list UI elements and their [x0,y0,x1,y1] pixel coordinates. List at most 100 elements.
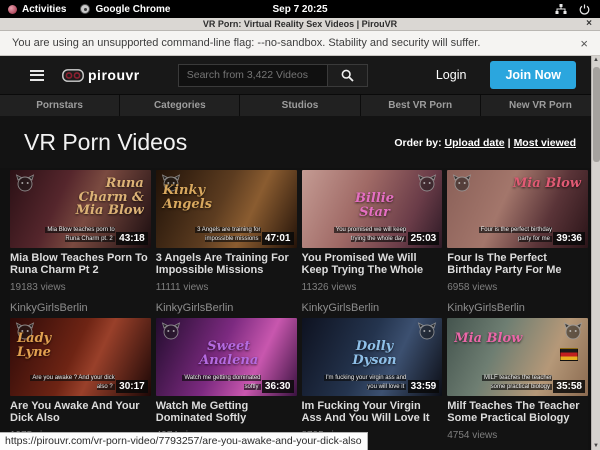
login-link[interactable]: Login [436,68,467,82]
warning-close-icon[interactable]: × [580,36,588,51]
video-title[interactable]: Four Is The Perfect Birthday Party For M… [447,252,588,277]
video-card[interactable]: Dolly Dyson I'm fucking your virgin ass … [302,318,443,450]
site-header: pirouvr Login Join Now [0,56,600,94]
video-duration-badge: 35:58 [553,380,585,393]
system-top-bar: Activities Google Chrome Sep 7 20:25 [0,0,600,18]
window-close-icon[interactable]: × [586,18,592,29]
video-thumbnail[interactable]: Lady Lyne Are you awake ? And your dick … [10,318,151,396]
video-title[interactable]: Watch Me Getting Dominated Softly [156,400,297,425]
page-title: VR Porn Videos [24,129,187,156]
thumbnail-performer-name: Lady Lyne [17,332,87,359]
thumbnail-performer-name: Kinky Angels [163,184,233,211]
thumbnail-caption: Are you awake ? And your dick also ? [30,374,115,392]
scrollbar-up-icon[interactable]: ▲ [592,57,600,63]
video-thumbnail[interactable]: Billie Star You promised we will keep tr… [302,170,443,248]
video-title[interactable]: Mia Blow Teaches Porn To Runa Charm Pt 2 [10,252,151,277]
video-duration-badge: 47:01 [262,232,294,245]
video-views: 19183 views [10,282,151,293]
video-card[interactable]: Mia Blow MILF teaches the teacher some p… [447,318,588,450]
video-thumbnail[interactable]: Mia Blow MILF teaches the teacher some p… [447,318,588,396]
video-studio-link[interactable]: KinkyGirlsBerlin [10,302,151,314]
search-input[interactable] [178,64,328,87]
video-card[interactable]: Runa Charm & Mia Blow Mia Blow teaches p… [10,170,151,314]
power-icon[interactable] [579,4,590,15]
video-studio-link[interactable]: KinkyGirlsBerlin [156,302,297,314]
video-views: 6958 views [447,282,588,293]
thumbnail-caption: I'm fucking your virgin ass and you will… [321,374,406,392]
video-thumbnail[interactable]: Runa Charm & Mia Blow Mia Blow teaches p… [10,170,151,248]
browser-title-bar: VR Porn: Virtual Reality Sex Videos | Pi… [0,18,600,31]
thumbnail-performer-name: Dolly Dyson [340,340,410,367]
video-card[interactable]: Lady Lyne Are you awake ? And your dick … [10,318,151,450]
studio-cat-mask-icon [161,322,181,340]
site-logo[interactable]: pirouvr [62,67,140,83]
video-thumbnail[interactable]: Kinky Angels 3 Angels are training for i… [156,170,297,248]
thumbnail-performer-name: Sweet Analena [194,340,264,367]
hamburger-menu-icon[interactable] [30,70,44,81]
video-duration-badge: 25:03 [408,232,440,245]
video-card[interactable]: Mia Blow Four is the perfect birthday pa… [447,170,588,314]
studio-cat-mask-icon [452,174,472,192]
video-grid: Runa Charm & Mia Blow Mia Blow teaches p… [10,170,588,450]
browser-scrollbar[interactable]: ▲ ▼ [591,56,600,450]
nav-item-categories[interactable]: Categories [119,95,239,116]
video-studio-link[interactable]: KinkyGirlsBerlin [302,302,443,314]
video-duration-badge: 33:59 [408,380,440,393]
chrome-warning-bar: You are using an unsupported command-lin… [0,31,600,56]
main-navigation: Pornstars Categories Studios Best VR Por… [0,94,600,116]
video-title[interactable]: Im Fucking Your Virgin Ass And You Will … [302,400,443,425]
thumbnail-caption: Mia Blow teaches porn to Runa Charm pt. … [30,226,115,244]
video-duration-badge: 30:17 [116,380,148,393]
video-duration-badge: 39:36 [553,232,585,245]
video-card[interactable]: Sweet Analena Watch me getting dominated… [156,318,297,450]
nav-item-new-vr-porn[interactable]: New VR Porn [480,95,600,116]
video-title[interactable]: Are You Awake And Your Dick Also [10,400,151,425]
nav-item-best-vr-porn[interactable]: Best VR Porn [360,95,480,116]
warning-text: You are using an unsupported command-lin… [12,37,480,49]
video-thumbnail[interactable]: Mia Blow Four is the perfect birthday pa… [447,170,588,248]
video-studio-link[interactable]: KinkyGirlsBerlin [447,302,588,314]
video-duration-badge: 36:30 [262,380,294,393]
order-by-label: Order by: [394,137,441,149]
thumbnail-caption: Watch me getting dominated softly [176,374,261,392]
video-card[interactable]: Kinky Angels 3 Angels are training for i… [156,170,297,314]
studio-cat-mask-icon [417,174,437,192]
nav-item-studios[interactable]: Studios [239,95,359,116]
browser-viewport: pirouvr Login Join Now Pornstars Categor… [0,56,600,450]
status-bar-url: https://pirouvr.com/vr-porn-video/779325… [0,432,368,450]
studio-cat-mask-icon [563,322,583,340]
video-duration-badge: 43:18 [116,232,148,245]
order-by-most-viewed-link[interactable]: Most viewed [514,137,576,149]
thumbnail-performer-name: Mia Blow [513,177,581,191]
thumbnail-caption: 3 Angels are training for impossible mis… [176,226,261,244]
tab-title: VR Porn: Virtual Reality Sex Videos | Pi… [203,19,397,29]
video-views: 11326 views [302,282,443,293]
studio-cat-mask-icon [15,174,35,192]
scrollbar-down-icon[interactable]: ▼ [592,443,600,449]
thumbnail-caption: MILF teaches the teacher some practical … [467,374,552,392]
video-thumbnail[interactable]: Sweet Analena Watch me getting dominated… [156,318,297,396]
video-views: 4754 views [447,430,588,441]
video-card[interactable]: Billie Star You promised we will keep tr… [302,170,443,314]
scrollbar-thumb[interactable] [593,67,600,162]
search-icon [341,69,354,82]
thumbnail-performer-name: Billie Star [340,192,410,219]
video-views: 11111 views [156,282,297,293]
network-icon[interactable] [555,4,567,15]
system-clock[interactable]: Sep 7 20:25 [0,4,600,15]
site-logo-text: pirouvr [88,67,140,83]
order-by-upload-date-link[interactable]: Upload date [445,137,505,149]
join-now-button[interactable]: Join Now [490,61,576,89]
nav-item-pornstars[interactable]: Pornstars [0,95,119,116]
search-button[interactable] [328,64,368,87]
video-title[interactable]: You Promised We Will Keep Trying The Who… [302,252,443,277]
thumbnail-caption: You promised we will keep trying the who… [321,226,406,244]
video-title[interactable]: 3 Angels Are Training For Impossible Mis… [156,252,297,277]
thumbnail-caption: Four is the perfect birthday party for m… [467,226,552,244]
thumbnail-performer-name: Runa Charm & Mia Blow [74,177,144,218]
video-thumbnail[interactable]: Dolly Dyson I'm fucking your virgin ass … [302,318,443,396]
order-by-controls: Order by: Upload date|Most viewed [394,137,576,149]
thumbnail-performer-name: Mia Blow [454,332,522,346]
vr-goggles-icon [62,69,84,82]
video-title[interactable]: Milf Teaches The Teacher Some Practical … [447,400,588,425]
